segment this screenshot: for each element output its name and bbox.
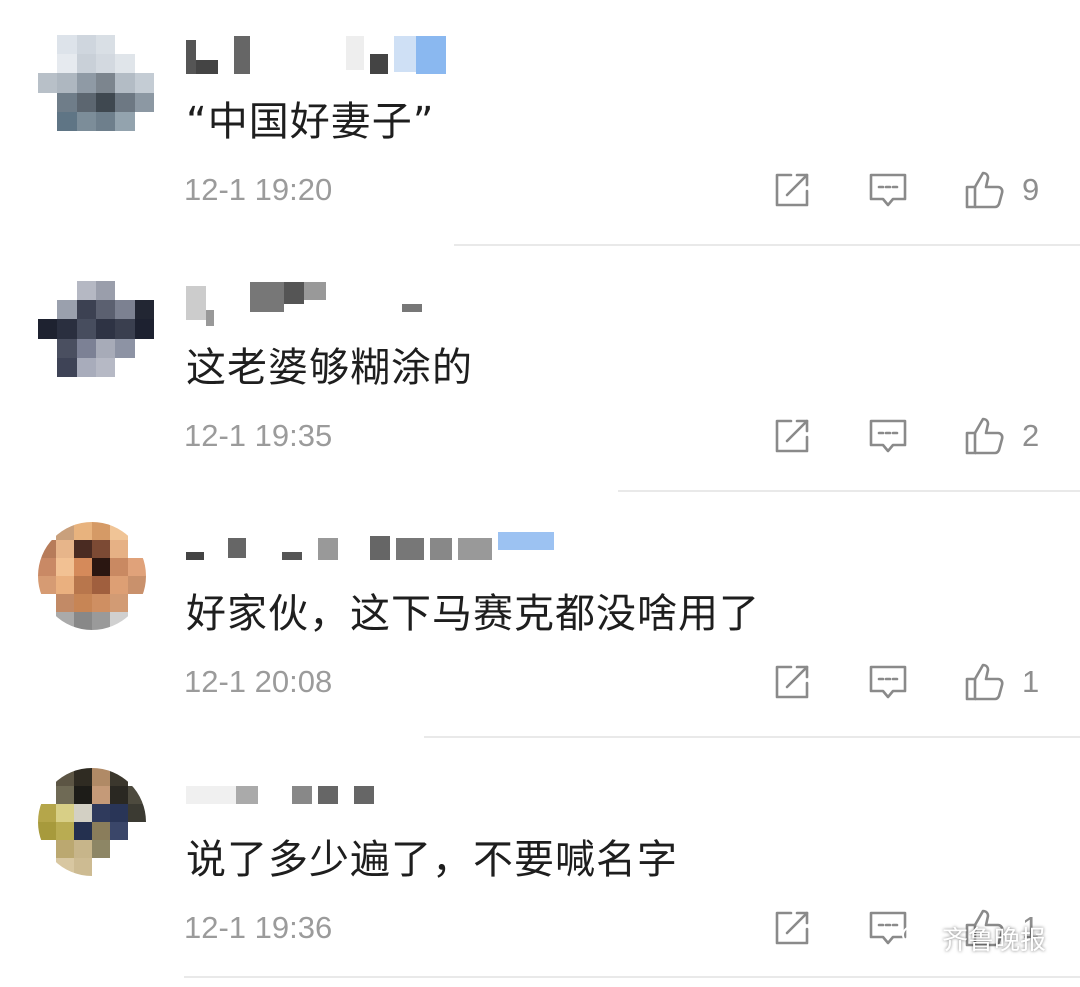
comment-icon[interactable] [866,168,910,212]
comment-icon[interactable] [866,414,910,458]
share-icon[interactable] [770,660,814,704]
share-icon[interactable] [770,414,814,458]
comment-item: 好家伙，这下马赛克都没啥用了 12-1 20:08 1 [0,492,1080,738]
thumbs-up-icon[interactable] [962,660,1006,704]
comment-text: 好家伙，这下马赛克都没啥用了 [186,591,760,637]
divider [184,976,1080,978]
username[interactable] [186,36,486,76]
avatar[interactable] [38,768,146,876]
comment-timestamp: 12-1 19:20 [184,172,333,207]
comment-actions: 9 [718,166,1042,214]
like-count: 1 [1022,664,1040,699]
thumbs-up-icon[interactable] [962,168,1006,212]
comment-item: 这老婆够糊涂的 12-1 19:35 2 [0,246,1080,492]
watermark-text: 齐鲁晚报 [941,926,1046,956]
comment-actions: 2 [718,412,1042,460]
comment-timestamp: 12-1 20:08 [184,664,333,699]
avatar[interactable] [38,281,154,377]
wechat-icon [901,924,934,952]
username[interactable] [186,282,486,326]
watermark: 齐鲁晚报 [900,920,1046,957]
comment-text: 说了多少遍了，不要喊名字 [186,837,678,883]
like-count: 9 [1022,172,1040,207]
thumbs-up-icon[interactable] [962,414,1006,458]
comment-timestamp: 12-1 19:36 [184,910,333,945]
avatar[interactable] [38,35,154,131]
username[interactable] [186,774,486,814]
comment-timestamp: 12-1 19:35 [184,418,333,453]
avatar[interactable] [38,522,146,630]
comment-icon[interactable] [866,660,910,704]
username[interactable] [186,528,606,568]
comment-item: “中国好妻子” 12-1 19:20 9 [0,0,1080,246]
comment-text: “中国好妻子” [186,99,435,145]
share-icon[interactable] [770,168,814,212]
comment-text: 这老婆够糊涂的 [186,345,473,391]
share-icon[interactable] [770,906,814,950]
comment-actions: 1 [718,658,1042,706]
like-count: 2 [1022,418,1040,453]
